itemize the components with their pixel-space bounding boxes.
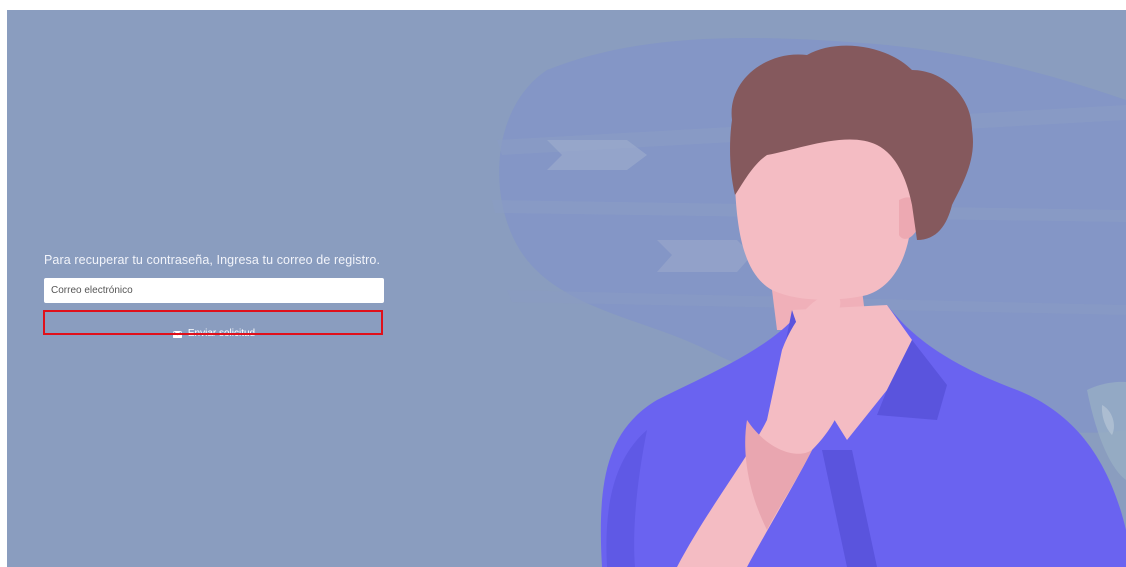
- password-recovery-screen: Para recuperar tu contraseña, Ingresa tu…: [7, 10, 1126, 567]
- send-request-label: Enviar solicitud: [187, 327, 256, 339]
- recovery-instruction: Para recuperar tu contraseña, Ingresa tu…: [44, 253, 381, 267]
- envelope-icon: [172, 330, 182, 338]
- send-request-button[interactable]: Enviar solicitud: [44, 323, 384, 343]
- recovery-form: Para recuperar tu contraseña, Ingresa tu…: [44, 252, 386, 339]
- email-field[interactable]: [44, 278, 384, 303]
